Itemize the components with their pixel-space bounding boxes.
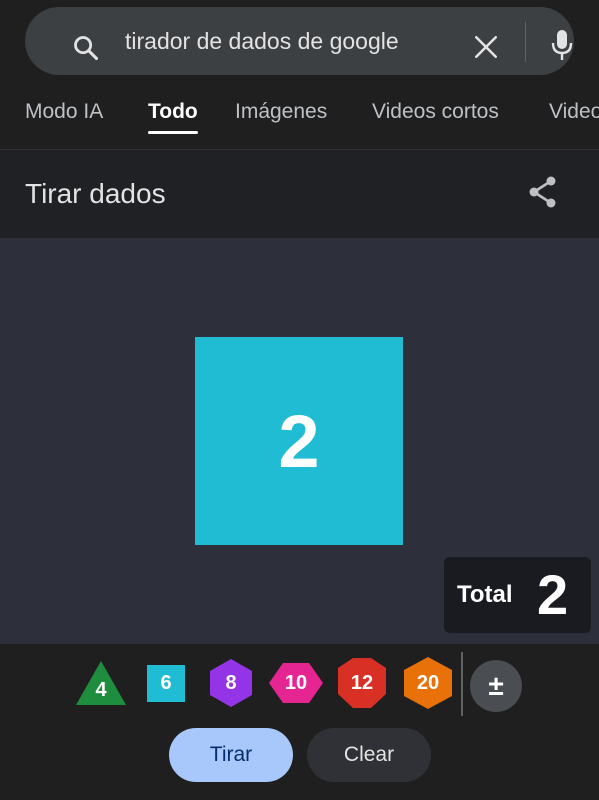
d6-label: 6 (160, 671, 172, 694)
dice-bar-divider (461, 652, 463, 716)
tab-modo-ia[interactable]: Modo IA (25, 90, 103, 148)
d8-button[interactable]: 8 (203, 655, 259, 711)
search-icon[interactable] (72, 34, 100, 62)
clear-button[interactable]: Clear (307, 728, 431, 782)
tab-videos-cortos[interactable]: Videos cortos (372, 90, 499, 148)
search-tabs: Modo IA Todo Imágenes Videos cortos Vide… (0, 90, 599, 148)
tab-imagenes[interactable]: Imágenes (235, 90, 327, 148)
d4-button[interactable]: 4 (73, 655, 129, 711)
rolled-die: 2 (195, 337, 403, 545)
tab-todo[interactable]: Todo (148, 90, 198, 148)
widget-header: Tirar dados (0, 150, 599, 238)
search-divider (525, 22, 526, 62)
d8-label: 8 (225, 671, 237, 694)
roll-button[interactable]: Tirar (169, 728, 293, 782)
page: tirador de dados de google Modo IA Todo … (0, 0, 599, 800)
modifier-button[interactable]: ± (470, 660, 522, 712)
d10-label: 10 (284, 671, 308, 694)
total-label: Total (457, 581, 513, 608)
search-bar[interactable]: tirador de dados de google (25, 7, 574, 75)
d10-button[interactable]: 10 (268, 655, 324, 711)
widget-title: Tirar dados (25, 178, 166, 209)
d6-button[interactable]: 6 (138, 655, 194, 711)
d20-button[interactable]: 20 (400, 655, 456, 711)
search-input[interactable]: tirador de dados de google (125, 7, 431, 75)
total-value: 2 (537, 563, 569, 626)
close-icon[interactable] (473, 34, 499, 65)
active-tab-indicator (148, 131, 198, 134)
total-box: Total 2 (444, 557, 591, 633)
d12-button[interactable]: 12 (334, 655, 390, 711)
d12-label: 12 (350, 671, 374, 694)
d20-label: 20 (416, 671, 440, 694)
tab-videos[interactable]: Videos (549, 90, 599, 148)
microphone-icon[interactable] (551, 29, 573, 66)
share-icon[interactable] (526, 175, 560, 214)
rolled-die-value: 2 (278, 399, 320, 483)
d4-label: 4 (95, 678, 107, 701)
tab-todo-label: Todo (148, 100, 198, 123)
